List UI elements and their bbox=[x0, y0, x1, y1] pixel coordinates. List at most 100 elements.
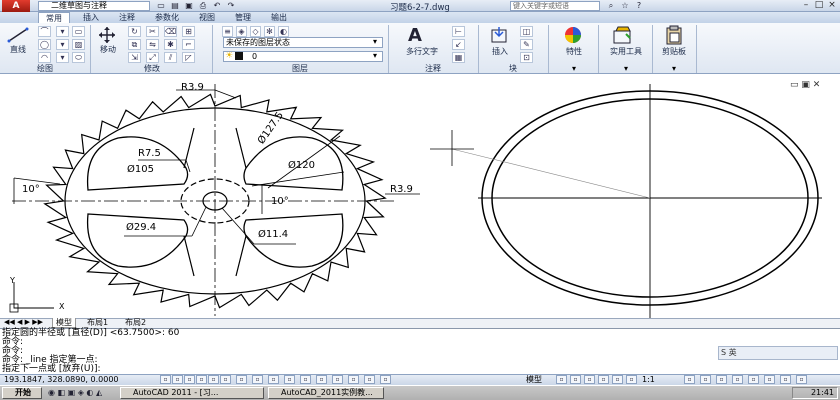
copy-icon[interactable]: ⧉ bbox=[128, 39, 141, 50]
create-block-icon[interactable]: ◫ bbox=[520, 26, 533, 37]
tab-output[interactable]: 输出 bbox=[264, 12, 294, 23]
status-toggle-icon[interactable]: ▫ bbox=[364, 375, 375, 384]
search-input[interactable]: 键入关键字或短语 bbox=[510, 1, 600, 11]
tab-layout2[interactable]: 布局2 bbox=[122, 318, 149, 328]
status-tool-icon[interactable]: ▫ bbox=[556, 375, 567, 384]
close-button[interactable]: × bbox=[826, 1, 838, 11]
dimension-icon[interactable]: ⊢ bbox=[452, 26, 465, 37]
properties-icon[interactable] bbox=[562, 25, 584, 45]
taskbar-item-tutorial[interactable]: AutoCAD_2011实例教... bbox=[268, 387, 384, 399]
panel-title-annotation[interactable]: 注释 bbox=[388, 64, 478, 74]
status-toggle-icon[interactable]: ▫ bbox=[348, 375, 359, 384]
tab-manage[interactable]: 管理 bbox=[228, 12, 258, 23]
mirror-icon[interactable]: ⇋ bbox=[146, 39, 159, 50]
trim-icon[interactable]: ✂ bbox=[146, 26, 159, 37]
model-space-toggle[interactable]: 模型 bbox=[526, 375, 542, 385]
tab-annotate[interactable]: 注释 bbox=[112, 12, 142, 23]
chevron-down-icon[interactable]: ▾ bbox=[572, 64, 576, 73]
taskbar-item-autocad[interactable]: AutoCAD 2011 - [习... bbox=[120, 387, 264, 399]
status-toggle-icon[interactable]: ▫ bbox=[160, 375, 171, 384]
layer-dropdown[interactable]: 0 bbox=[223, 51, 383, 62]
utilities-icon[interactable] bbox=[612, 25, 634, 45]
status-toggle-icon[interactable]: ▫ bbox=[380, 375, 391, 384]
status-toggle-icon[interactable]: ▫ bbox=[316, 375, 327, 384]
draw-more-icon[interactable]: ▾ bbox=[56, 52, 69, 63]
layer-freeze-icon[interactable]: ✻ bbox=[264, 26, 275, 37]
draw-more-icon[interactable]: ▾ bbox=[56, 26, 69, 37]
panel-title-modify[interactable]: 修改 bbox=[92, 64, 212, 74]
panel-title-draw[interactable]: 绘图 bbox=[0, 64, 90, 74]
attribute-icon[interactable]: ⊡ bbox=[520, 52, 533, 63]
help-icon[interactable]: ? bbox=[634, 1, 644, 11]
line-tool-icon[interactable] bbox=[6, 26, 30, 44]
search-icon[interactable]: ⌕ bbox=[606, 1, 616, 11]
status-tool-icon[interactable]: ▫ bbox=[598, 375, 609, 384]
clipboard-icon[interactable] bbox=[664, 25, 684, 45]
status-toggle-icon[interactable]: ▫ bbox=[208, 375, 219, 384]
status-toggle-icon[interactable]: ▫ bbox=[268, 375, 279, 384]
open-icon[interactable]: ▤ bbox=[170, 1, 180, 11]
save-icon[interactable]: ▣ bbox=[184, 1, 194, 11]
status-tool-icon[interactable]: ▫ bbox=[700, 375, 711, 384]
hatch-icon[interactable]: ▨ bbox=[72, 39, 85, 50]
array-icon[interactable]: ⊞ bbox=[182, 26, 195, 37]
layer-properties-icon[interactable]: ≡ bbox=[222, 26, 233, 37]
redo-icon[interactable]: ↷ bbox=[226, 1, 236, 11]
fillet-icon[interactable]: ⌐ bbox=[182, 39, 195, 50]
chevron-down-icon[interactable]: ▾ bbox=[672, 64, 676, 73]
tab-layout1[interactable]: 布局1 bbox=[84, 318, 111, 328]
multiline-text-icon[interactable]: A bbox=[408, 25, 422, 46]
ellipse-icon[interactable]: ⬭ bbox=[72, 52, 85, 63]
panel-title-layers[interactable]: 图层 bbox=[212, 64, 388, 74]
offset-icon[interactable]: ⫽ bbox=[164, 52, 177, 63]
arc-icon[interactable]: ◠ bbox=[38, 52, 51, 63]
start-button[interactable]: 开始 bbox=[2, 387, 42, 399]
status-toggle-icon[interactable]: ▫ bbox=[252, 375, 263, 384]
status-tool-icon[interactable]: ▫ bbox=[764, 375, 775, 384]
tab-view[interactable]: 视图 bbox=[192, 12, 222, 23]
new-icon[interactable]: ▭ bbox=[156, 1, 166, 11]
layer-state-icon[interactable]: ◈ bbox=[236, 26, 247, 37]
quick-launch-icons[interactable]: ◉ ◧ ▣ ◈ ◐ ◭ bbox=[48, 388, 102, 398]
status-tool-icon[interactable]: ▫ bbox=[570, 375, 581, 384]
edit-block-icon[interactable]: ✎ bbox=[520, 39, 533, 50]
tab-insert[interactable]: 插入 bbox=[76, 12, 106, 23]
stretch-icon[interactable]: ⇲ bbox=[128, 52, 141, 63]
status-tool-icon[interactable]: ▫ bbox=[612, 375, 623, 384]
layer-isolate-icon[interactable]: ◇ bbox=[250, 26, 261, 37]
star-icon[interactable]: ☆ bbox=[620, 1, 630, 11]
ime-toolbar[interactable]: S 英 bbox=[718, 346, 838, 360]
status-tool-icon[interactable]: ▫ bbox=[684, 375, 695, 384]
minimize-button[interactable]: – bbox=[800, 1, 812, 11]
tab-parametric[interactable]: 参数化 bbox=[148, 12, 186, 23]
status-toggle-icon[interactable]: ▫ bbox=[172, 375, 183, 384]
status-toggle-icon[interactable]: ▫ bbox=[236, 375, 247, 384]
circle-icon[interactable]: ◯ bbox=[38, 39, 51, 50]
command-input[interactable]: 指定下一点或 [放弃(U)]: bbox=[2, 365, 101, 374]
status-toggle-icon[interactable]: ▫ bbox=[196, 375, 207, 384]
status-tool-icon[interactable]: ▫ bbox=[780, 375, 791, 384]
status-tool-icon[interactable]: ▫ bbox=[796, 375, 807, 384]
coordinate-readout[interactable]: 193.1847, 328.0890, 0.0000 bbox=[4, 375, 119, 385]
app-menu-button[interactable]: A bbox=[2, 0, 30, 12]
status-toggle-icon[interactable]: ▫ bbox=[284, 375, 295, 384]
scale-icon[interactable]: ⤢ bbox=[146, 52, 159, 63]
table-icon[interactable]: ▦ bbox=[452, 52, 465, 63]
draw-more-icon[interactable]: ▾ bbox=[56, 39, 69, 50]
move-icon[interactable] bbox=[96, 26, 118, 44]
workspace-switcher[interactable]: 二维草图与注释 bbox=[38, 1, 150, 11]
rotate-icon[interactable]: ↻ bbox=[128, 26, 141, 37]
status-toggle-icon[interactable]: ▫ bbox=[220, 375, 231, 384]
status-tool-icon[interactable]: ▫ bbox=[716, 375, 727, 384]
layer-off-icon[interactable]: ◐ bbox=[278, 26, 289, 37]
chevron-down-icon[interactable]: ▾ bbox=[624, 64, 628, 73]
tab-home[interactable]: 常用 bbox=[38, 12, 70, 23]
print-icon[interactable]: ⎙ bbox=[198, 1, 208, 11]
status-tool-icon[interactable]: ▫ bbox=[584, 375, 595, 384]
tab-nav-icon[interactable]: ◀◀ ◀ ▶ ▶▶ bbox=[4, 318, 43, 327]
status-tool-icon[interactable]: ▫ bbox=[626, 375, 637, 384]
status-toggle-icon[interactable]: ▫ bbox=[184, 375, 195, 384]
rectangle-icon[interactable]: ▭ bbox=[72, 26, 85, 37]
status-toggle-icon[interactable]: ▫ bbox=[332, 375, 343, 384]
maximize-button[interactable]: □ bbox=[813, 1, 825, 11]
